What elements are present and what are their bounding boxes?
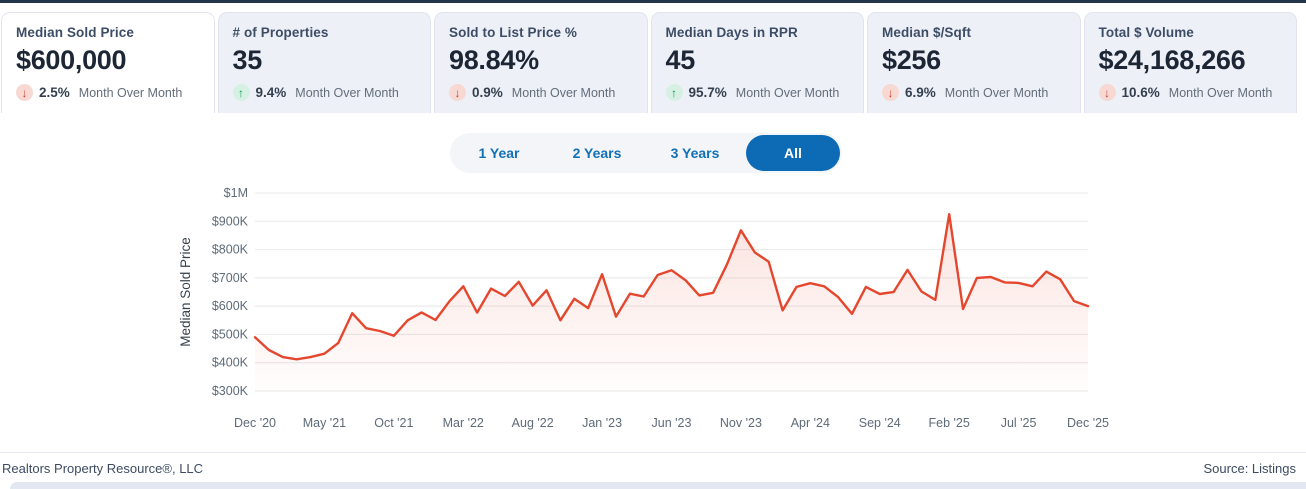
next-section-edge [10,482,1306,489]
x-tick-label: Nov '23 [720,416,762,430]
x-tick-label: Feb '25 [929,416,970,430]
arrow-down-icon: ↓ [1098,84,1116,101]
kpi-card-delta: ↓ 6.9% Month Over Month [882,84,1080,101]
kpi-delta-percent: 6.9% [905,85,936,100]
x-tick-label: Sep '24 [859,416,901,430]
kpi-delta-percent: 10.6% [1121,85,1160,100]
kpi-card-value: $24,168,266 [1098,45,1246,75]
kpi-delta-period: Month Over Month [1168,85,1273,100]
arrow-up-icon: ↑ [665,84,683,101]
chart-canvas: $1M $900K $800K $700K $600K $500K $400K $300K De… [178,186,1109,430]
kpi-card-delta: ↓ 0.9% Month Over Month [449,84,647,101]
median-sold-price-chart: $1M $900K $800K $700K $600K $500K $400K $300K De… [0,185,1306,435]
x-tick-label: Jun '23 [652,416,692,430]
y-axis-title: Median Sold Price [178,237,193,347]
kpi-card-total-volume[interactable]: Total $ Volume $24,168,266 ↓ 10.6% Month… [1083,12,1297,113]
y-tick-label: $900K [212,214,249,228]
arrow-down-icon: ↓ [449,84,466,101]
arrow-down-icon: ↓ [16,84,33,101]
y-tick-label: $600K [212,299,249,313]
y-tick-label: $1M [224,186,248,200]
kpi-card-title: Total $ Volume [1098,25,1194,40]
kpi-delta-percent: 9.4% [255,85,287,100]
x-tick-label: Apr '24 [791,416,830,430]
tab-all[interactable]: All [746,135,840,171]
arrow-up-icon: ↑ [232,84,250,101]
kpi-card-delta: ↑ 95.7% Month Over Month [665,84,864,101]
time-range-tab-group: 1 Year 2 Years 3 Years All [450,133,842,173]
kpi-delta-percent: 2.5% [39,85,70,100]
x-tick-label: Aug '22 [512,416,554,430]
footer-source: Source: Listings [1203,460,1297,476]
kpi-card-delta: ↓ 10.6% Month Over Month [1098,84,1297,101]
kpi-card-value: $256 [882,45,941,75]
y-tick-label: $500K [212,327,249,341]
y-tick-label: $700K [212,271,249,285]
kpi-card-delta: ↓ 2.5% Month Over Month [16,84,214,101]
tab-1-year[interactable]: 1 Year [452,135,546,171]
x-tick-label: May '21 [303,416,346,430]
kpi-delta-period: Month Over Month [78,85,183,100]
kpi-card-value: 98.84% [449,45,539,75]
kpi-card-median-sold-price[interactable]: Median Sold Price $600,000 ↓ 2.5% Month … [1,12,215,113]
kpi-delta-percent: 0.9% [472,85,503,100]
kpi-card-title: Median Sold Price [16,25,134,40]
kpi-delta-period: Month Over Month [735,85,840,100]
x-tick-label: Dec '20 [234,416,276,430]
x-tick-label: Dec '25 [1067,416,1109,430]
kpi-delta-period: Month Over Month [511,85,616,100]
kpi-card-value: $600,000 [16,45,127,75]
tab-3-years[interactable]: 3 Years [648,135,742,171]
kpi-card-of-properties[interactable]: # of Properties 35 ↑ 9.4% Month Over Mon… [217,12,431,113]
kpi-card-title: Sold to List Price % [449,25,578,40]
footer-attribution: Realtors Property Resource®, LLC [2,460,204,476]
kpi-card-value: 35 [232,45,263,75]
y-tick-label: $400K [212,356,249,370]
x-tick-label: Mar '22 [443,416,484,430]
kpi-delta-period: Month Over Month [944,85,1049,100]
kpi-card-median-days-in-rpr[interactable]: Median Days in RPR 45 ↑ 95.7% Month Over… [650,12,864,113]
kpi-card-median-sqft[interactable]: Median $/Sqft $256 ↓ 6.9% Month Over Mon… [867,12,1081,113]
x-tick-label: Jul '25 [1001,416,1037,430]
rpr-market-trends-dashboard: Median Sold Price $600,000 ↓ 2.5% Month … [0,0,1306,489]
footer: Realtors Property Resource®, LLC Source:… [0,452,1306,483]
y-tick-label: $800K [212,243,249,257]
kpi-card-title: Median $/Sqft [882,25,972,40]
kpi-card-value: 45 [665,45,696,75]
kpi-card-sold-to-list-price[interactable]: Sold to List Price % 98.84% ↓ 0.9% Month… [434,12,648,113]
arrow-down-icon: ↓ [882,84,899,101]
tab-2-years[interactable]: 2 Years [550,135,644,171]
kpi-card-delta: ↑ 9.4% Month Over Month [232,84,431,101]
x-tick-label: Jan '23 [582,416,622,430]
kpi-delta-percent: 95.7% [688,85,727,100]
y-tick-label: $300K [212,384,249,398]
top-accent-strip [0,0,1306,3]
kpi-card-title: # of Properties [232,25,329,40]
kpi-delta-period: Month Over Month [295,85,399,100]
kpi-card-row: Median Sold Price $600,000 ↓ 2.5% Month … [1,12,1297,113]
x-tick-label: Oct '21 [374,416,413,430]
kpi-card-title: Median Days in RPR [665,25,798,40]
